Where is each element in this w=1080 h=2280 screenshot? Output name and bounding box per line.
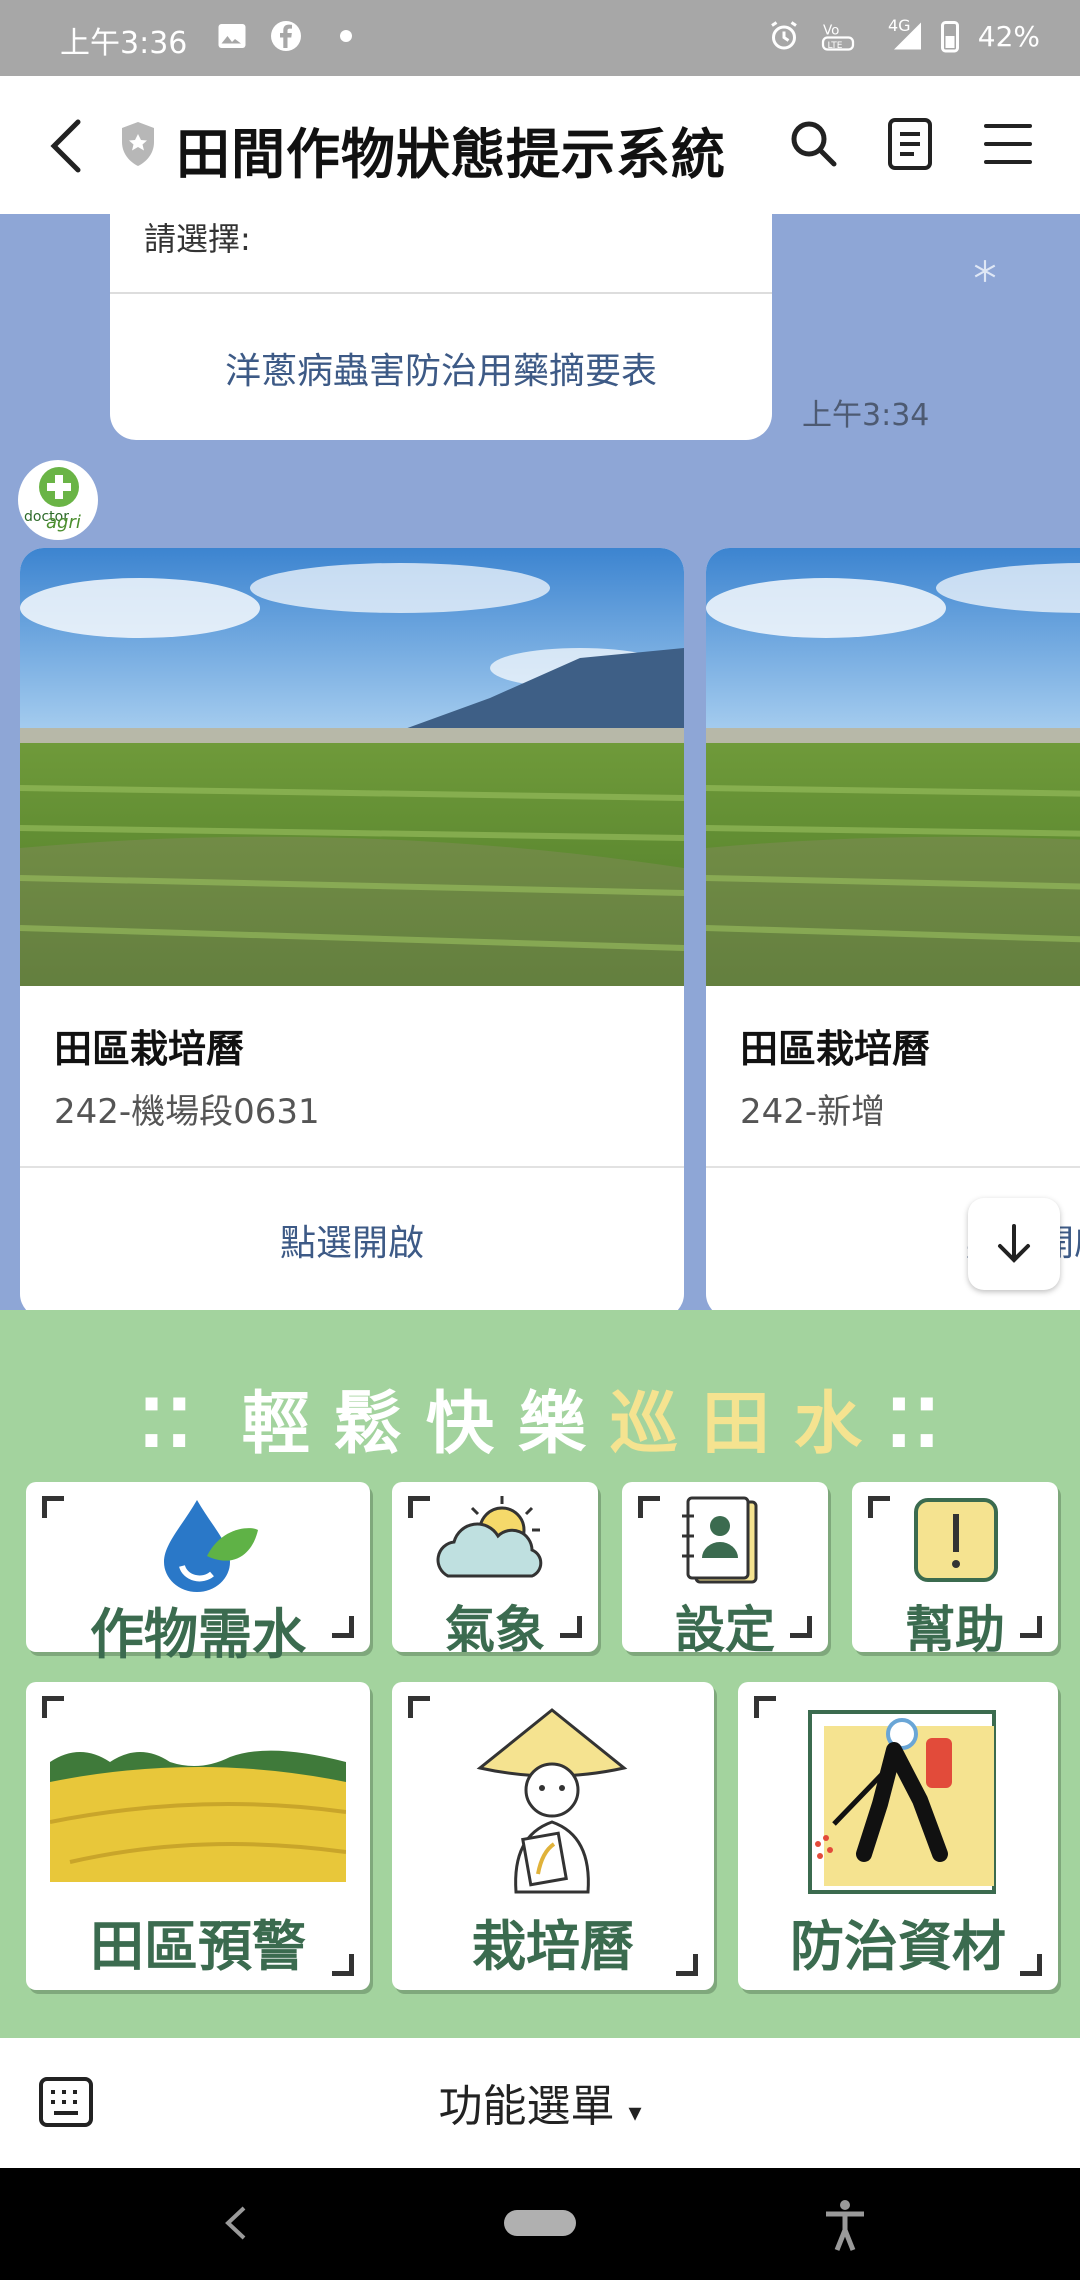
tile-label: 栽培曆 — [472, 1915, 634, 1978]
status-time: 上午3:36 — [60, 26, 188, 61]
corner-mark — [408, 1696, 430, 1718]
avatar-text-agri: agri — [46, 512, 81, 533]
scroll-to-bottom-button[interactable] — [968, 1198, 1060, 1290]
facebook-icon — [271, 21, 301, 51]
exclamation-icon — [914, 1498, 998, 1582]
slogan: ⁚⁚ 輕鬆快樂巡田水⁚⁚ — [0, 1368, 1080, 1467]
card-divider — [706, 1166, 1080, 1168]
card-subtitle: 242-機場段0631 — [54, 1092, 320, 1132]
signal-icon — [894, 22, 921, 50]
tile-label: 幫助 — [905, 1601, 1005, 1659]
water-drop-leaf-icon — [164, 1500, 258, 1592]
card-subtitle: 242-新增 — [740, 1092, 886, 1132]
alarm-icon — [771, 21, 797, 50]
chat-header: 田間作物狀態提示系統 — [0, 76, 1080, 214]
accessibility-icon[interactable] — [822, 2198, 868, 2252]
field-photo — [20, 548, 684, 986]
rich-menu: ⁚⁚ 輕鬆快樂巡田水⁚⁚ 作物需水 氣象 設定 幫助 田區預警 栽培曆 防治資材 — [0, 1310, 1080, 2038]
crop-water-tile[interactable]: 作物需水 — [26, 1482, 370, 1666]
arrow-down-icon — [998, 1224, 1030, 1263]
slogan-dots-left: ⁚⁚ — [138, 1385, 195, 1464]
corner-mark — [638, 1496, 660, 1518]
sprayer-worker-icon — [808, 1710, 996, 1894]
pesticide-summary-link[interactable]: 洋蔥病蟲害防治用藥摘要表 — [110, 342, 772, 394]
system-nav-bar — [0, 2168, 1080, 2280]
tile-label: 防治資材 — [790, 1915, 1006, 1978]
corner-mark — [754, 1696, 776, 1718]
control-materials-tile[interactable]: 防治資材 — [738, 1682, 1058, 1990]
farmland-hills-icon — [50, 1750, 346, 1882]
volte-icon: Vo LTE — [821, 23, 855, 51]
dot-icon — [340, 30, 352, 42]
field-alert-tile[interactable]: 田區預警 — [26, 1682, 370, 1990]
message-bubble: 請選擇: 洋蔥病蟲害防治用藥摘要表 — [110, 214, 772, 440]
weather-tile[interactable]: 氣象 — [392, 1482, 598, 1659]
corner-mark — [868, 1496, 890, 1518]
cultivation-calendar-tile[interactable]: 栽培曆 — [392, 1682, 714, 1990]
weather-cloud-icon — [436, 1496, 543, 1578]
slogan-yellow: 巡田水 — [609, 1385, 886, 1464]
bubble-prompt: 請選擇: — [144, 220, 251, 258]
menu-icon[interactable] — [978, 114, 1038, 174]
corner-mark — [408, 1496, 430, 1518]
card-title: 田區栽培曆 — [54, 1027, 245, 1071]
status-bar: 上午3:36 Vo LTE 4G 42% — [0, 0, 1080, 76]
tile-label: 設定 — [675, 1601, 775, 1659]
slogan-white: 輕鬆快樂 — [241, 1385, 610, 1464]
farmer-icon — [476, 1708, 628, 1894]
doctor-cross-icon — [39, 467, 79, 507]
help-tile[interactable]: 幫助 — [852, 1482, 1058, 1659]
menu-arrow-icon: ▾ — [628, 2098, 642, 2128]
notes-icon[interactable] — [880, 114, 940, 174]
chat-title: 田間作物狀態提示系統 — [176, 123, 726, 186]
field-photo — [706, 548, 1080, 986]
search-icon[interactable] — [784, 114, 844, 174]
nav-home-pill-icon[interactable] — [502, 2208, 578, 2238]
corner-mark — [42, 1696, 64, 1718]
tile-label: 作物需水 — [90, 1603, 306, 1666]
carousel-card: 田區栽培曆 242-機場段0631 點選開啟 — [20, 548, 684, 1310]
menu-label: 功能選單 — [438, 2081, 615, 2132]
battery-icon — [941, 21, 959, 53]
slogan-dots-right: ⁚⁚ — [885, 1385, 942, 1464]
card-title: 田區栽培曆 — [740, 1027, 931, 1071]
back-arrow-icon[interactable] — [46, 116, 86, 176]
function-menu-toggle[interactable]: 功能選單 ▾ — [0, 2070, 1080, 2134]
svg-text:Vo: Vo — [823, 23, 839, 39]
carousel-card: 田區栽培曆 242-新增 點選開啟 — [706, 548, 1080, 1310]
avatar[interactable]: doctor agri — [18, 460, 98, 540]
corner-mark — [42, 1496, 64, 1518]
bubble-divider — [110, 292, 772, 294]
gallery-icon — [218, 24, 246, 48]
tile-label: 氣象 — [445, 1601, 545, 1659]
open-calendar-button[interactable]: 點選開啟 — [20, 1214, 684, 1266]
tile-label: 田區預警 — [90, 1915, 306, 1978]
card-divider — [20, 1166, 684, 1168]
contact-book-icon — [682, 1496, 758, 1584]
input-bar: 功能選單 ▾ — [0, 2038, 1080, 2168]
verified-shield-icon — [122, 122, 154, 166]
snowflake-icon — [974, 260, 996, 282]
settings-tile[interactable]: 設定 — [622, 1482, 828, 1659]
battery-percent: 42% — [977, 20, 1040, 53]
message-timestamp: 上午3:34 — [802, 398, 930, 433]
chat-area[interactable]: 請選擇: 洋蔥病蟲害防治用藥摘要表 上午3:34 doctor agri 田區栽… — [0, 214, 1080, 1310]
svg-text:LTE: LTE — [828, 41, 843, 51]
nav-back-icon[interactable] — [220, 2198, 250, 2248]
